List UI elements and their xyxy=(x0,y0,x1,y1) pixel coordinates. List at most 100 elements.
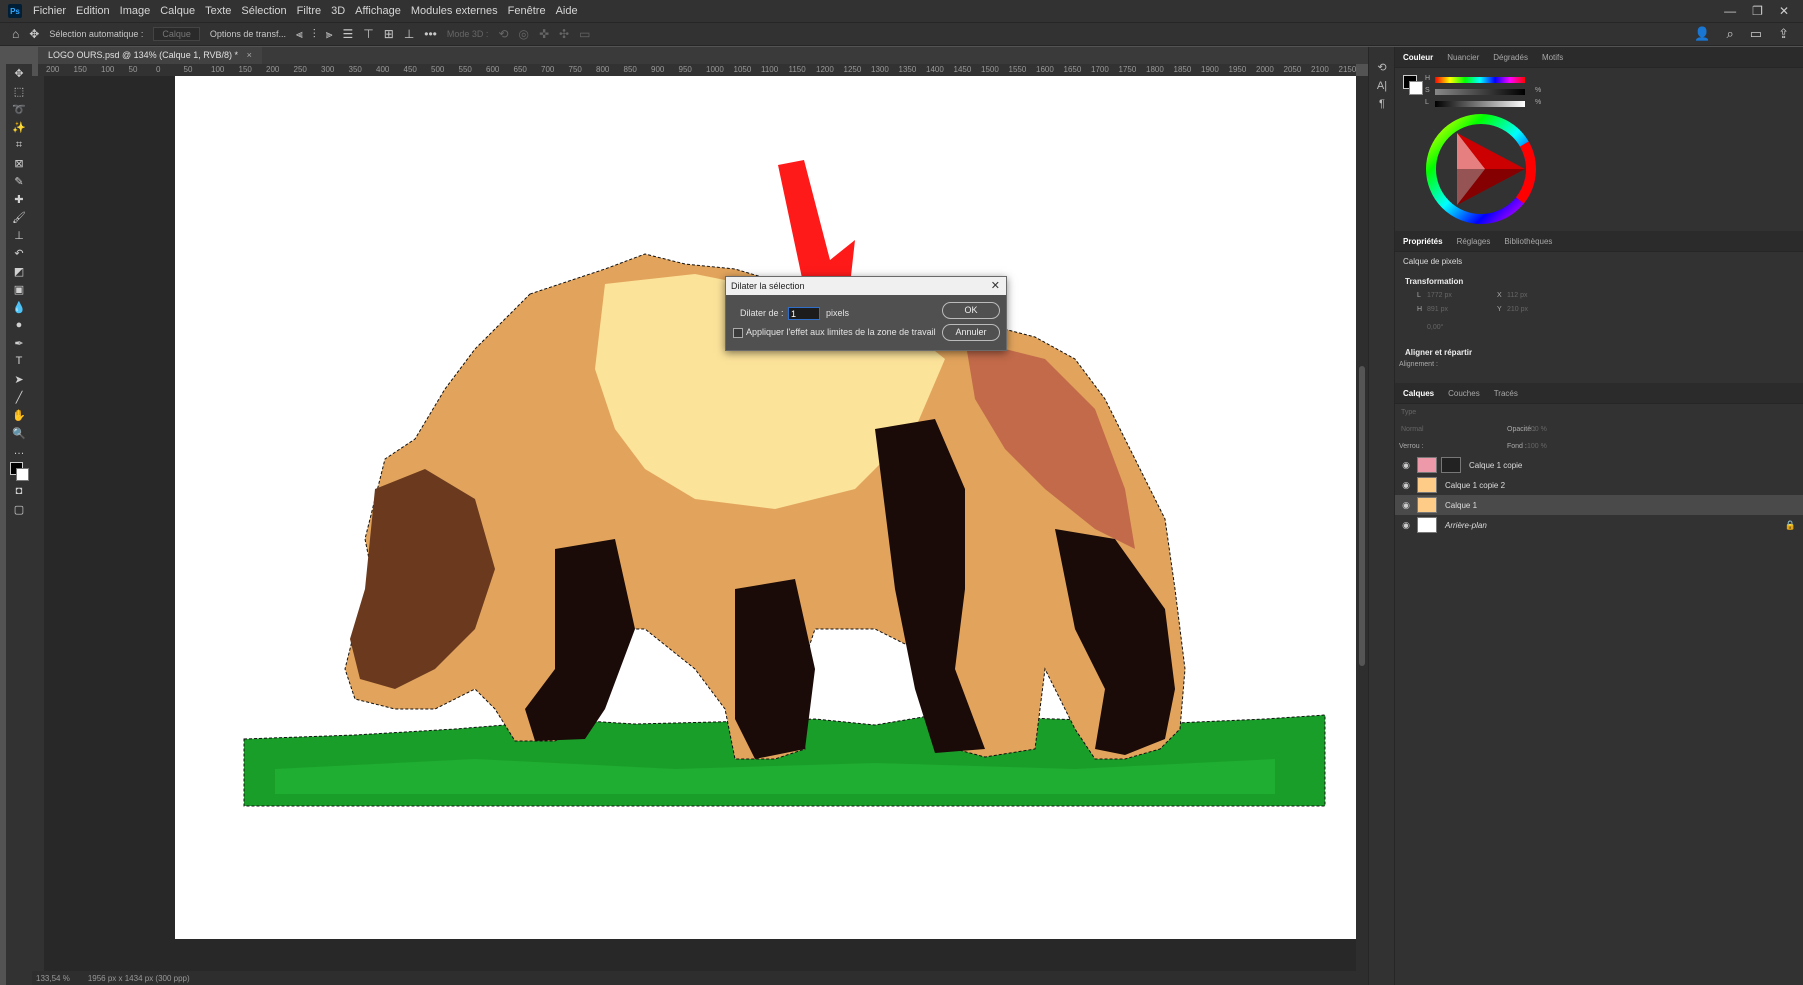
align-header[interactable]: Aligner et répartir xyxy=(1405,348,1472,357)
layer-row-selected[interactable]: ◉ Calque 1 xyxy=(1395,495,1803,515)
align-middle-icon[interactable]: ⊞ xyxy=(384,27,394,41)
saturation-slider[interactable] xyxy=(1435,89,1525,95)
brush-tool-icon[interactable]: 🖌 xyxy=(10,210,28,224)
menu-selection[interactable]: Sélection xyxy=(236,0,291,22)
align-left-icon[interactable]: ⫷ xyxy=(296,27,303,42)
tab-nuancier[interactable]: Nuancier xyxy=(1447,53,1479,62)
move-tool-icon[interactable]: ✥ xyxy=(10,66,28,80)
character-panel-icon[interactable]: A| xyxy=(1369,77,1395,95)
menu-image[interactable]: Image xyxy=(115,0,156,22)
zoom-tool-icon[interactable]: 🔍 xyxy=(10,426,28,440)
lasso-tool-icon[interactable]: ➰ xyxy=(10,102,28,116)
width-value[interactable]: 1772 px xyxy=(1427,292,1452,299)
distribute-icon[interactable]: ☰ xyxy=(343,27,354,41)
healing-brush-icon[interactable]: ✚ xyxy=(10,192,28,206)
dialog-close-icon[interactable]: ✕ xyxy=(991,277,1000,295)
fill-value[interactable]: 100 % xyxy=(1527,443,1547,450)
transform-options-checkbox[interactable]: Options de transf... xyxy=(210,29,286,39)
layer-row[interactable]: ◉ Calque 1 copie xyxy=(1395,455,1803,475)
cancel-button[interactable]: Annuler xyxy=(942,324,1000,341)
y-value[interactable]: 210 px xyxy=(1507,306,1528,313)
expand-value-input[interactable]: 1 xyxy=(788,307,820,320)
layer-row[interactable]: ◉ Calque 1 copie 2 xyxy=(1395,475,1803,495)
minimize-icon[interactable]: — xyxy=(1724,4,1736,18)
history-panel-icon[interactable]: ⟲ xyxy=(1369,59,1395,77)
eye-icon[interactable]: ◉ xyxy=(1395,480,1417,491)
move-tool-icon[interactable]: ✥ xyxy=(29,27,39,41)
eye-icon[interactable]: ◉ xyxy=(1395,500,1417,511)
eye-icon[interactable]: ◉ xyxy=(1395,460,1417,471)
history-brush-icon[interactable]: ↶ xyxy=(10,246,28,260)
layer-name[interactable]: Calque 1 copie xyxy=(1469,461,1522,470)
tab-degrades[interactable]: Dégradés xyxy=(1493,53,1528,62)
layer-name[interactable]: Calque 1 xyxy=(1445,501,1477,510)
ok-button[interactable]: OK xyxy=(942,302,1000,319)
tab-calques[interactable]: Calques xyxy=(1403,389,1434,398)
transform-header[interactable]: Transformation xyxy=(1405,277,1463,286)
eraser-tool-icon[interactable]: ◩ xyxy=(10,264,28,278)
crop-tool-icon[interactable]: ⌗ xyxy=(10,138,28,152)
x-value[interactable]: 112 px xyxy=(1507,292,1528,299)
bg-color-chip[interactable] xyxy=(1409,81,1423,95)
quick-mask-icon[interactable]: ◘ xyxy=(10,484,28,498)
color-swatches[interactable] xyxy=(10,462,29,481)
tab-motifs[interactable]: Motifs xyxy=(1542,53,1563,62)
align-right-icon[interactable]: ⫸ xyxy=(326,27,333,42)
menu-edition[interactable]: Edition xyxy=(71,0,115,22)
auto-select-dropdown[interactable]: Calque xyxy=(153,27,200,41)
search-icon[interactable]: ⌕ xyxy=(1727,26,1734,42)
opacity-value[interactable]: 100 % xyxy=(1527,426,1547,433)
zoom-level[interactable]: 133,54 % xyxy=(36,974,70,983)
vertical-scrollbar[interactable] xyxy=(1356,76,1368,971)
layer-name[interactable]: Arrière-plan xyxy=(1445,521,1487,530)
tab-reglages[interactable]: Réglages xyxy=(1457,237,1491,246)
type-tool-icon[interactable]: T xyxy=(10,354,28,368)
eyedropper-icon[interactable]: ✎ xyxy=(10,174,28,188)
tab-traces[interactable]: Tracés xyxy=(1494,389,1518,398)
menu-filtre[interactable]: Filtre xyxy=(292,0,326,22)
tab-bibliotheques[interactable]: Bibliothèques xyxy=(1504,237,1552,246)
menu-3d[interactable]: 3D xyxy=(326,0,350,22)
more-tools-icon[interactable]: … xyxy=(10,444,28,458)
share-icon[interactable]: ⇪ xyxy=(1778,26,1789,42)
auto-select-label[interactable]: Sélection automatique : xyxy=(49,29,143,39)
hand-tool-icon[interactable]: ✋ xyxy=(10,408,28,422)
color-wheel[interactable] xyxy=(1425,113,1537,225)
magic-wand-icon[interactable]: ✨ xyxy=(10,120,28,134)
layer-row[interactable]: ◉ Arrière-plan 🔒 xyxy=(1395,515,1803,535)
restore-icon[interactable]: ❐ xyxy=(1752,4,1763,18)
paragraph-panel-icon[interactable]: ¶ xyxy=(1369,95,1395,113)
workspace-icon[interactable]: ▭ xyxy=(1750,26,1762,42)
menu-texte[interactable]: Texte xyxy=(200,0,236,22)
menu-affichage[interactable]: Affichage xyxy=(350,0,406,22)
gradient-tool-icon[interactable]: ▣ xyxy=(10,282,28,296)
align-bottom-icon[interactable]: ⊥ xyxy=(404,27,414,41)
apply-canvas-label[interactable]: Appliquer l'effet aux limites de la zone… xyxy=(746,327,936,337)
eye-icon[interactable]: ◉ xyxy=(1395,520,1417,531)
tab-couches[interactable]: Couches xyxy=(1448,389,1480,398)
blend-mode-dropdown[interactable]: Normal xyxy=(1401,426,1424,433)
more-options-icon[interactable]: ••• xyxy=(424,27,437,41)
dodge-tool-icon[interactable]: ● xyxy=(10,318,28,332)
menu-fenetre[interactable]: Fenêtre xyxy=(503,0,551,22)
align-center-icon[interactable]: ⫶ xyxy=(313,27,316,42)
layer-name[interactable]: Calque 1 copie 2 xyxy=(1445,481,1505,490)
pen-tool-icon[interactable]: ✒ xyxy=(10,336,28,350)
layer-filter-input[interactable]: Type xyxy=(1401,409,1416,416)
marquee-tool-icon[interactable]: ⬚ xyxy=(10,84,28,98)
close-window-icon[interactable]: ✕ xyxy=(1779,4,1789,18)
path-select-icon[interactable]: ➤ xyxy=(10,372,28,386)
scroll-thumb[interactable] xyxy=(1359,366,1365,666)
hue-slider[interactable] xyxy=(1435,77,1525,83)
share-user-icon[interactable]: 👤 xyxy=(1694,26,1710,42)
menu-fichier[interactable]: Fichier xyxy=(28,0,71,22)
canvas-area[interactable] xyxy=(44,76,1356,971)
menu-calque[interactable]: Calque xyxy=(155,0,200,22)
menu-aide[interactable]: Aide xyxy=(551,0,583,22)
tab-couleur[interactable]: Couleur xyxy=(1403,53,1433,62)
home-icon[interactable]: ⌂ xyxy=(12,27,19,41)
screen-mode-icon[interactable]: ▢ xyxy=(10,502,28,516)
apply-canvas-checkbox[interactable] xyxy=(733,328,743,338)
angle-value[interactable]: 0,00° xyxy=(1427,324,1443,331)
blur-tool-icon[interactable]: 💧 xyxy=(10,300,28,314)
